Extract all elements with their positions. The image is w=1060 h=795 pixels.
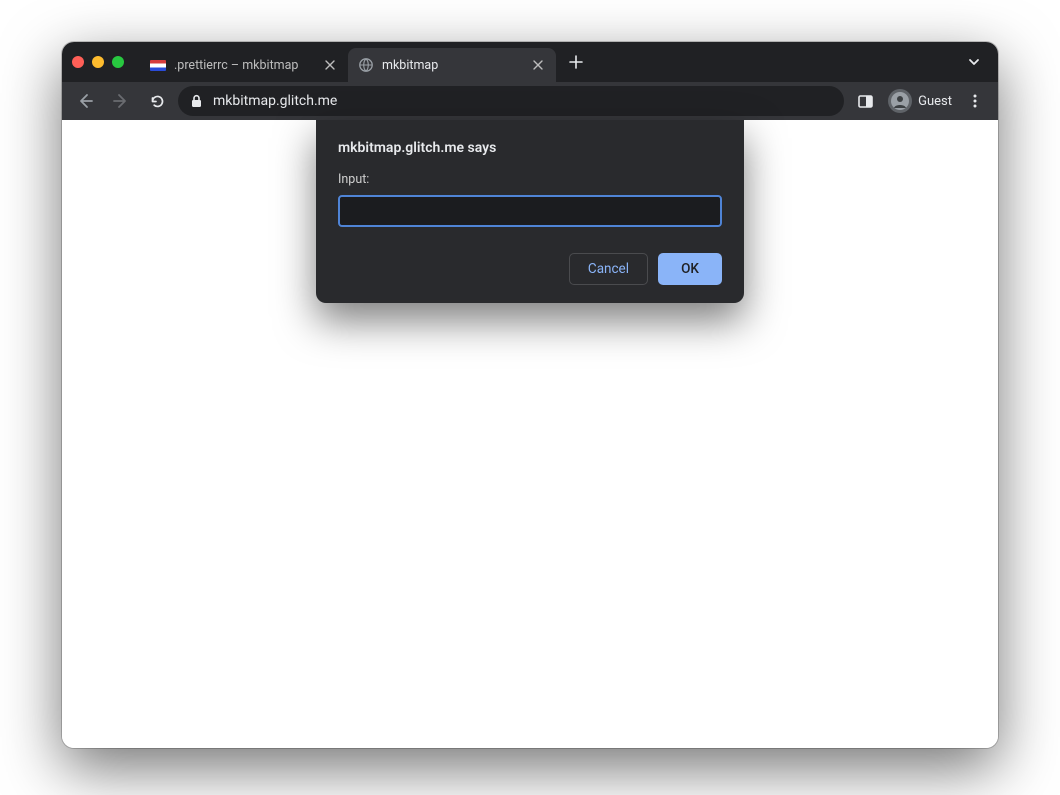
lock-icon <box>190 94 203 108</box>
profile-label: Guest <box>918 94 952 109</box>
url-text: mkbitmap.glitch.me <box>213 93 337 109</box>
tab-strip: .prettierrc – mkbitmap mkbitmap <box>62 42 998 82</box>
reload-button[interactable] <box>142 86 172 116</box>
forward-button[interactable] <box>106 86 136 116</box>
tab-search-chevron-icon[interactable] <box>962 50 986 74</box>
browser-window: .prettierrc – mkbitmap mkbitmap <box>62 42 998 748</box>
cancel-button[interactable]: Cancel <box>569 253 648 285</box>
window-controls <box>72 56 124 68</box>
side-panel-icon[interactable] <box>850 86 880 116</box>
dialog-label: Input: <box>338 172 722 187</box>
prompt-input[interactable] <box>338 195 722 227</box>
js-prompt-dialog: mkbitmap.glitch.me says Input: Cancel OK <box>316 120 744 303</box>
address-bar[interactable]: mkbitmap.glitch.me <box>178 86 844 116</box>
back-button[interactable] <box>70 86 100 116</box>
tab-title: mkbitmap <box>382 58 522 73</box>
close-window-button[interactable] <box>72 56 84 68</box>
dialog-origin: mkbitmap.glitch.me says <box>338 140 722 156</box>
close-tab-icon[interactable] <box>322 57 338 73</box>
tab-title: .prettierrc – mkbitmap <box>174 58 314 73</box>
kebab-menu-icon[interactable] <box>960 86 990 116</box>
toolbar-right: Guest <box>850 85 990 117</box>
new-tab-button[interactable] <box>562 48 590 76</box>
profile-button[interactable]: Guest <box>884 85 956 117</box>
tab-prettierrc[interactable]: .prettierrc – mkbitmap <box>140 48 348 82</box>
toolbar: mkbitmap.glitch.me Guest <box>62 82 998 120</box>
glitch-favicon-icon <box>150 57 166 73</box>
ok-button[interactable]: OK <box>658 253 722 285</box>
dialog-buttons: Cancel OK <box>338 253 722 285</box>
page-content: mkbitmap.glitch.me says Input: Cancel OK <box>62 120 998 748</box>
minimize-window-button[interactable] <box>92 56 104 68</box>
zoom-window-button[interactable] <box>112 56 124 68</box>
close-tab-icon[interactable] <box>530 57 546 73</box>
globe-favicon-icon <box>358 57 374 73</box>
tab-mkbitmap[interactable]: mkbitmap <box>348 48 556 82</box>
avatar-icon <box>888 89 912 113</box>
